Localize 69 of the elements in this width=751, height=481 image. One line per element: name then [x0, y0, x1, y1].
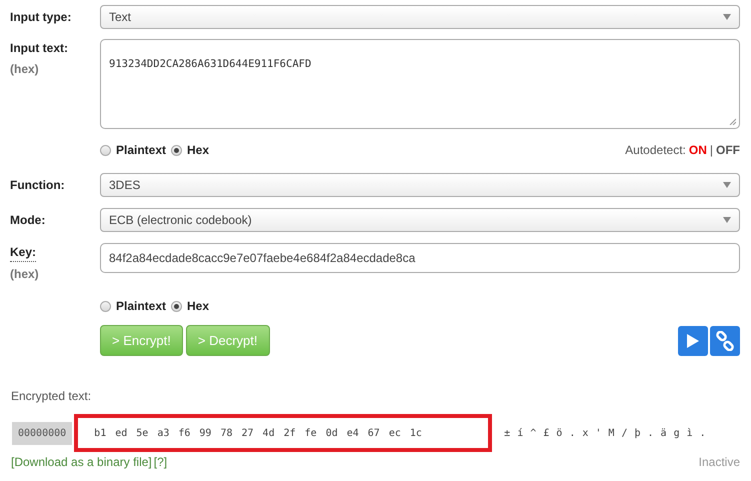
- field-label: Input text:: [10, 40, 68, 57]
- play-icon: [686, 332, 700, 348]
- ascii-char: .: [569, 426, 576, 440]
- field-hint: (hex): [10, 61, 40, 78]
- key-field[interactable]: 84f2a84ecdade8cacc9e7e07faebe4e684f2a84ecdade8ca: [100, 243, 740, 273]
- radio-button[interactable]: [100, 144, 111, 156]
- radio-label: Hex: [187, 142, 210, 159]
- field-label: Input type:: [10, 9, 72, 26]
- separator: |: [710, 142, 713, 159]
- download-link[interactable]: [Download as a binary file]: [11, 453, 152, 471]
- hex-byte: 27: [242, 426, 254, 440]
- offset-cell: 00000000: [12, 422, 72, 444]
- ascii-char: x: [582, 426, 588, 440]
- hex-byte: 1c: [410, 426, 422, 440]
- ascii-char: £: [543, 426, 550, 440]
- hex-byte: 4d: [262, 426, 275, 440]
- ascii-char: .: [700, 426, 706, 440]
- hex-byte: ed: [115, 426, 128, 440]
- status-text: Inactive: [698, 454, 740, 471]
- hex-byte: f6: [178, 426, 190, 440]
- radio-button[interactable]: [100, 300, 111, 312]
- input-field[interactable]: 913234DD2CA286A631D644E911F6CAFD: [100, 39, 740, 129]
- caret-icon: [723, 182, 731, 188]
- hex-byte: ec: [388, 426, 401, 440]
- ascii-char: ': [595, 426, 602, 440]
- radio-label: Plaintext: [116, 298, 166, 315]
- ascii-char: .: [648, 426, 654, 440]
- ascii-char: ì: [686, 426, 693, 440]
- ascii-char: /: [621, 426, 628, 440]
- caret-icon: [723, 217, 731, 223]
- dropdown[interactable]: 3DES: [100, 173, 740, 197]
- ascii-char: ö: [556, 426, 562, 440]
- hex-byte: 67: [368, 426, 380, 440]
- radio-button[interactable]: [171, 144, 182, 156]
- ascii-char: í: [517, 426, 524, 440]
- field-label: Key:: [10, 243, 36, 262]
- field-hint: (hex): [10, 266, 40, 283]
- help-link[interactable]: [?]: [154, 453, 168, 471]
- dropdown[interactable]: Text: [100, 5, 740, 29]
- hex-byte: b1: [94, 426, 106, 440]
- hex-byte: a3: [157, 426, 170, 440]
- hex-byte: 99: [199, 426, 212, 440]
- hex-byte: 0d: [326, 426, 338, 440]
- ascii-char: þ: [634, 426, 641, 440]
- ascii-char: ä: [660, 426, 667, 440]
- hex-byte: 2f: [284, 426, 296, 440]
- link-icon: [715, 330, 735, 350]
- field-label: Function:: [10, 177, 65, 194]
- ascii-char: ^: [530, 426, 536, 440]
- ascii-char: g: [674, 426, 680, 440]
- radio-label: Plaintext: [116, 142, 166, 159]
- resize-handle-icon[interactable]: [729, 118, 736, 125]
- autodetect-label: Autodetect:: [625, 142, 686, 159]
- autodetect-on-link[interactable]: ON: [688, 141, 707, 159]
- hex-byte: 78: [220, 426, 232, 440]
- hex-byte: 5e: [136, 426, 148, 440]
- output-label: Encrypted text:: [11, 389, 92, 403]
- play-button[interactable]: [678, 326, 708, 356]
- link-button[interactable]: [710, 326, 740, 356]
- radio-button[interactable]: [171, 300, 182, 312]
- ascii-char: ±: [504, 426, 510, 440]
- radio-label: Hex: [187, 298, 210, 315]
- caret-icon: [723, 14, 731, 20]
- field-label: Mode:: [10, 212, 46, 229]
- autodetect-off-link[interactable]: OFF: [716, 141, 740, 159]
- ascii-char: M: [608, 426, 614, 440]
- hex-byte: e4: [346, 426, 359, 440]
- dropdown[interactable]: ECB (electronic codebook): [100, 208, 740, 232]
- hex-byte: fe: [304, 426, 317, 440]
